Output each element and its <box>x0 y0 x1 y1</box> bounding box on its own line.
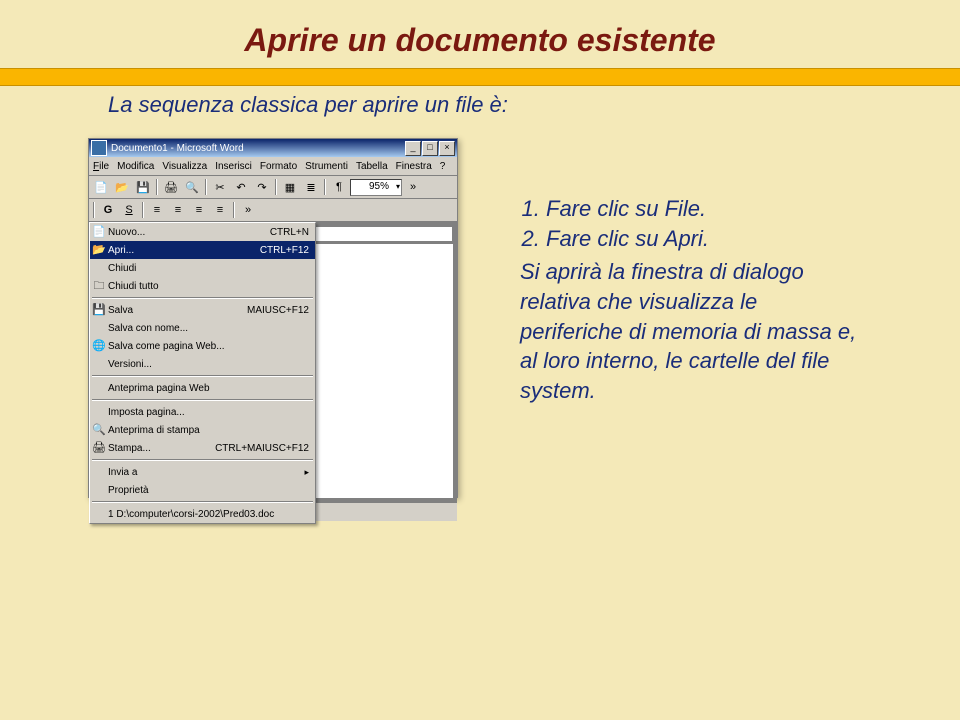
printer-icon: 🖨 <box>92 441 106 455</box>
align-right-icon[interactable]: ≡ <box>189 200 209 220</box>
table-icon[interactable]: ▦ <box>280 177 300 197</box>
page-subtitle: La sequenza classica per aprire un file … <box>108 92 508 118</box>
word-window: Documento1 - Microsoft Word _ □ × File M… <box>88 138 458 498</box>
instruction-step-2: Fare clic su Apri. <box>546 224 860 254</box>
menu-item-versioni[interactable]: Versioni... <box>90 355 315 373</box>
menu-visualizza[interactable]: Visualizza <box>162 161 207 172</box>
new-doc-icon: 📄 <box>92 225 106 239</box>
close-button[interactable]: × <box>439 141 455 156</box>
undo-icon[interactable]: ↶ <box>231 177 251 197</box>
instruction-paragraph: Si aprirà la finestra di dialogo relativ… <box>520 257 860 405</box>
menu-item-anteprima-web[interactable]: Anteprima pagina Web <box>90 379 315 397</box>
open-icon[interactable]: 📂 <box>112 177 132 197</box>
menu-file[interactable]: File <box>93 161 109 172</box>
menu-bar: File Modifica Visualizza Inserisci Forma… <box>89 157 457 176</box>
page-title: Aprire un documento esistente <box>0 22 960 59</box>
window-titlebar: Documento1 - Microsoft Word _ □ × <box>89 139 457 157</box>
header-stripe <box>0 68 960 86</box>
menu-finestra[interactable]: Finestra <box>396 161 432 172</box>
underline-button[interactable]: S <box>119 200 139 220</box>
menu-item-salva-nome[interactable]: Salva con nome... <box>90 319 315 337</box>
menu-item-apri[interactable]: 📂 Apri... CTRL+F12 <box>90 241 315 259</box>
menu-item-stampa[interactable]: 🖨 Stampa... CTRL+MAIUSC+F12 <box>90 439 315 457</box>
instruction-step-1: Fare clic su File. <box>546 194 860 224</box>
save-web-icon: 🌐 <box>92 339 106 353</box>
preview-icon[interactable]: 🔍 <box>182 177 202 197</box>
menu-strumenti[interactable]: Strumenti <box>305 161 348 172</box>
menu-tabella[interactable]: Tabella <box>356 161 388 172</box>
save-disk-icon: 💾 <box>92 303 106 317</box>
standard-toolbar: 📄 📂 💾 🖨 🔍 ✂ ↶ ↷ ▦ ≣ ¶ 95% » <box>89 176 457 199</box>
align-justify-icon[interactable]: ≡ <box>210 200 230 220</box>
cut-icon[interactable]: ✂ <box>210 177 230 197</box>
formatting-toolbar: G S ≡ ≡ ≡ ≡ » <box>89 199 457 222</box>
maximize-button[interactable]: □ <box>422 141 438 156</box>
menu-item-proprieta[interactable]: Proprietà <box>90 481 315 499</box>
columns-icon[interactable]: ≣ <box>301 177 321 197</box>
print-preview-icon: 🔍 <box>92 423 106 437</box>
menu-item-chiudi[interactable]: Chiudi <box>90 259 315 277</box>
paragraph-icon[interactable]: ¶ <box>329 177 349 197</box>
bold-button[interactable]: G <box>98 200 118 220</box>
minimize-button[interactable]: _ <box>405 141 421 156</box>
menu-item-recent-1[interactable]: 1 D:\computer\corsi-2002\Pred03.doc <box>90 505 315 523</box>
menu-item-salva-web[interactable]: 🌐 Salva come pagina Web... <box>90 337 315 355</box>
close-all-icon: 🗀 <box>92 279 106 293</box>
save-icon[interactable]: 💾 <box>133 177 153 197</box>
open-folder-icon: 📂 <box>92 243 106 257</box>
zoom-select[interactable]: 95% <box>350 179 402 196</box>
menu-item-salva[interactable]: 💾 Salva MAIUSC+F12 <box>90 301 315 319</box>
menu-item-chiudi-tutto[interactable]: 🗀 Chiudi tutto <box>90 277 315 295</box>
menu-inserisci[interactable]: Inserisci <box>215 161 252 172</box>
redo-icon[interactable]: ↷ <box>252 177 272 197</box>
menu-formato[interactable]: Formato <box>260 161 297 172</box>
app-icon <box>91 140 107 156</box>
menu-item-imposta[interactable]: Imposta pagina... <box>90 403 315 421</box>
more-icon[interactable]: » <box>403 177 423 197</box>
menu-help[interactable]: ? <box>440 161 446 172</box>
window-title: Documento1 - Microsoft Word <box>111 143 244 154</box>
menu-item-nuovo[interactable]: 📄 Nuovo... CTRL+N <box>90 223 315 241</box>
menu-item-anteprima-stampa[interactable]: 🔍 Anteprima di stampa <box>90 421 315 439</box>
menu-modifica[interactable]: Modifica <box>117 161 154 172</box>
main-area: 📄 Nuovo... CTRL+N 📂 Apri... CTRL+F12 Chi… <box>89 222 457 502</box>
instructions-block: Fare clic su File. Fare clic su Apri. Si… <box>520 194 860 406</box>
more-format-icon[interactable]: » <box>238 200 258 220</box>
align-center-icon[interactable]: ≡ <box>168 200 188 220</box>
print-icon[interactable]: 🖨 <box>161 177 181 197</box>
file-dropdown-menu: 📄 Nuovo... CTRL+N 📂 Apri... CTRL+F12 Chi… <box>89 222 316 524</box>
new-icon[interactable]: 📄 <box>91 177 111 197</box>
align-left-icon[interactable]: ≡ <box>147 200 167 220</box>
menu-item-invia[interactable]: Invia a <box>90 463 315 481</box>
